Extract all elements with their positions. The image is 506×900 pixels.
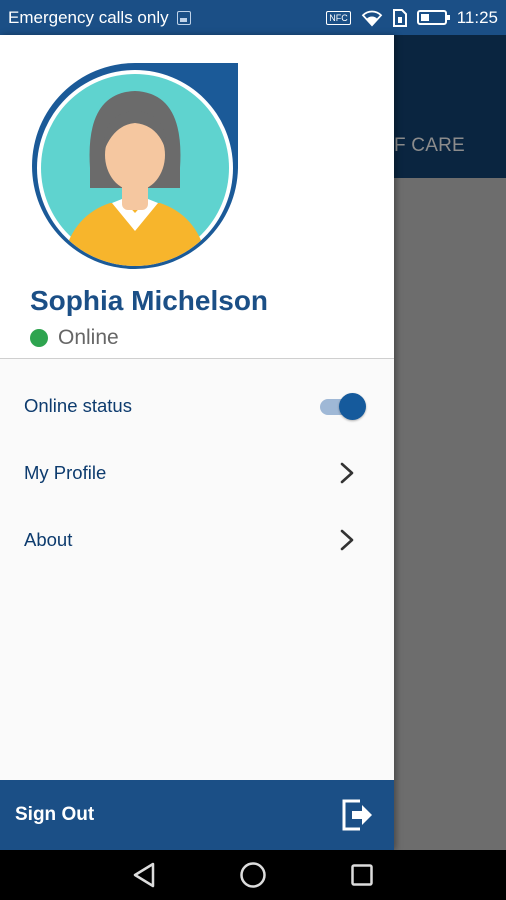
status-right: NFC 11:25	[326, 0, 498, 35]
sim-icon	[392, 8, 407, 27]
back-icon	[134, 862, 155, 888]
home-icon	[240, 862, 266, 888]
system-navigation-bar	[0, 850, 506, 900]
navigation-drawer: Sophia Michelson Online Online status My…	[0, 35, 394, 850]
status-left: Emergency calls only	[8, 0, 191, 35]
online-status-toggle[interactable]	[320, 392, 366, 420]
menu-item-label: My Profile	[24, 461, 107, 483]
toggle-knob	[339, 392, 366, 420]
user-status: Online	[30, 326, 119, 350]
logout-icon	[342, 799, 372, 831]
back-button[interactable]	[127, 858, 161, 892]
recents-button[interactable]	[345, 858, 379, 892]
chevron-right-icon	[340, 529, 354, 550]
user-name: Sophia Michelson	[30, 285, 269, 316]
status-bar: Emergency calls only NFC 11:25	[0, 0, 506, 35]
drawer-menu: Online status My Profile About	[0, 372, 394, 573]
sign-out-label: Sign Out	[15, 804, 95, 825]
background-app-header: F CARE	[394, 35, 506, 178]
user-avatar	[32, 63, 238, 269]
background-app-scrim[interactable]: F CARE	[394, 35, 506, 850]
background-tab-label: F CARE	[394, 135, 465, 156]
clock: 11:25	[456, 7, 498, 27]
user-status-text: Online	[58, 326, 119, 349]
sign-out-button[interactable]: Sign Out	[0, 780, 394, 850]
nfc-icon: NFC	[326, 10, 351, 25]
wifi-icon	[361, 10, 382, 27]
menu-item-about[interactable]: About	[0, 506, 394, 573]
carrier-text: Emergency calls only	[8, 7, 169, 27]
recents-icon	[350, 864, 373, 886]
chevron-right-icon	[340, 462, 354, 483]
home-button[interactable]	[236, 858, 270, 892]
screenshot-notification-icon	[176, 10, 191, 25]
battery-icon	[416, 10, 450, 25]
menu-item-label: About	[24, 528, 73, 550]
menu-item-online-status[interactable]: Online status	[0, 372, 394, 439]
menu-item-my-profile[interactable]: My Profile	[0, 439, 394, 506]
menu-item-label: Online status	[24, 394, 132, 416]
drawer-header: Sophia Michelson Online	[0, 35, 394, 359]
online-status-dot	[30, 329, 48, 347]
